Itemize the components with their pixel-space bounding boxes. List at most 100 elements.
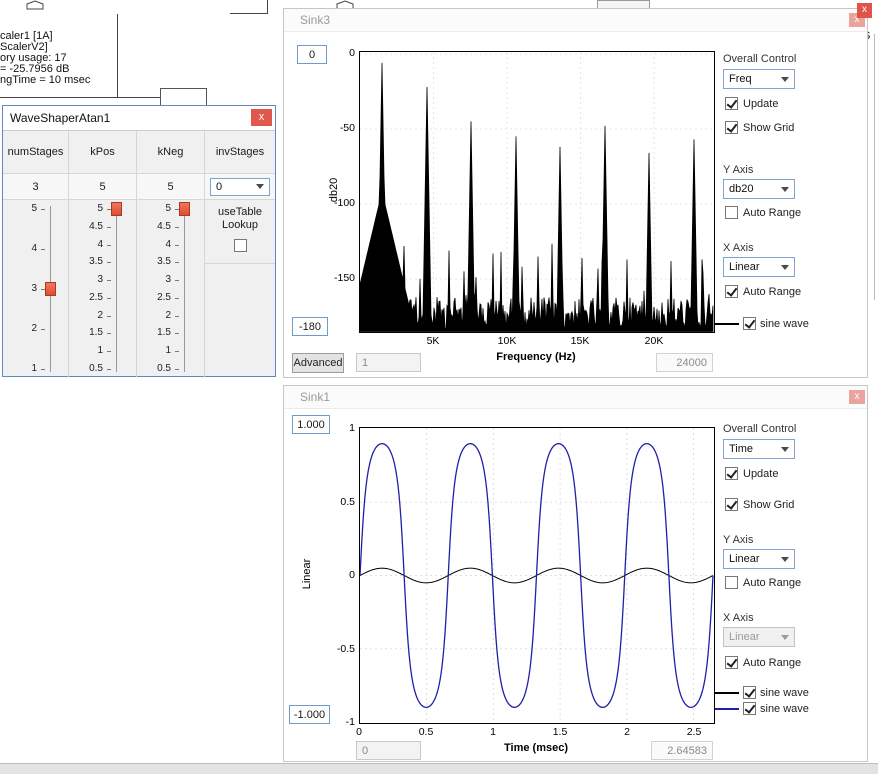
x-tick-label: 0.5 (406, 726, 446, 738)
update-checkbox[interactable] (725, 467, 738, 480)
slider-tick-label: 2 (69, 310, 103, 321)
y-auto-range-checkbox[interactable] (725, 576, 738, 589)
checkbox-label: Update (743, 468, 778, 480)
chevron-down-icon (781, 447, 789, 452)
diagram-text-fragment: ngTime = 10 msec (0, 74, 90, 86)
x-end-value: 24000 (656, 353, 713, 372)
slider-tick-label: 2 (137, 310, 171, 321)
slider-tick-label: 4 (3, 243, 37, 254)
slider-tick-label: 1 (69, 345, 103, 356)
x-mode-value: Linear (729, 631, 760, 643)
update-checkbox[interactable] (725, 97, 738, 110)
slider-tick-label: 1.5 (69, 327, 103, 338)
slider-tick-mark (175, 280, 179, 281)
usetable-lookup-checkbox[interactable] (234, 239, 247, 252)
y-auto-range-checkbox[interactable] (725, 206, 738, 219)
slider-tick-mark (107, 333, 111, 334)
checkbox-label: Auto Range (743, 286, 801, 298)
y-tick-label: -0.5 (323, 643, 355, 655)
slider-tick-label: 4.5 (69, 221, 103, 232)
close-icon[interactable]: x (849, 390, 865, 404)
x-tick-label: 20K (634, 335, 674, 347)
numstages-value-field[interactable]: 3 (3, 174, 68, 200)
domain-dropdown[interactable]: Freq (723, 69, 795, 89)
sink1-titlebar[interactable]: Sink1 (284, 386, 867, 409)
slider-tick-mark (41, 249, 45, 250)
slider-tick-label: 4 (137, 239, 171, 250)
x-start-input[interactable]: 1 (356, 353, 421, 372)
invstages-column: invStages 0 useTable Lookup (205, 131, 275, 377)
diagram-wire (117, 14, 118, 97)
advanced-button[interactable]: Advanced (292, 353, 344, 373)
slider-tick-label: 2.5 (137, 292, 171, 303)
show-grid-checkbox[interactable] (725, 498, 738, 511)
overall-control-label: Overall Control (723, 53, 796, 65)
checkbox-label: Show Grid (743, 499, 794, 511)
kpos-column: kPos 5 54.543.532.521.510.5 (69, 131, 137, 377)
x-tick-label: 0 (339, 726, 379, 738)
slider-handle[interactable] (111, 202, 122, 216)
slider-track[interactable] (184, 206, 185, 372)
taskbar-strip (0, 763, 878, 774)
checkbox-label: Auto Range (743, 657, 801, 669)
column-header: kPos (69, 131, 136, 174)
slider-tick-mark (175, 316, 179, 317)
spectrum-plot (359, 51, 715, 333)
close-icon[interactable]: x (857, 3, 872, 18)
usetable-lookup-cell: useTable Lookup (205, 200, 275, 264)
y-mode-dropdown[interactable]: Linear (723, 549, 795, 569)
slider-handle[interactable] (179, 202, 190, 216)
slider-tick-mark (107, 369, 111, 370)
x-start-input[interactable]: 0 (356, 741, 421, 760)
legend-line (715, 692, 739, 694)
show-grid-checkbox[interactable] (725, 121, 738, 134)
y-auto-range-row: Auto Range (725, 576, 801, 589)
legend: sine wavesine wave (715, 686, 809, 715)
legend-checkbox[interactable] (743, 702, 756, 715)
legend-checkbox[interactable] (743, 317, 756, 330)
waveshaper-titlebar[interactable]: WaveShaperAtan1 x (3, 106, 275, 131)
x-auto-range-row: Auto Range (725, 285, 801, 298)
legend-label: sine wave (760, 703, 809, 715)
checkbox-label: Update (743, 98, 778, 110)
slider-tick-mark (175, 351, 179, 352)
window-title: WaveShaperAtan1 (10, 111, 110, 125)
desktop: caler1 [1A] ScalerV2] ory usage: 17 = -2… (0, 0, 878, 774)
x-tick-label: 5K (413, 335, 453, 347)
window-title: Sink1 (300, 390, 330, 404)
numstages-column: numStages 3 54321 (3, 131, 69, 377)
diagram-block-shape (26, 0, 44, 10)
x-mode-dropdown: Linear (723, 627, 795, 647)
slider-tick-mark (107, 245, 111, 246)
x-tick-label: 15K (560, 335, 600, 347)
x-mode-dropdown[interactable]: Linear (723, 257, 795, 277)
legend-checkbox[interactable] (743, 686, 756, 699)
y-min-spinner[interactable]: -180 (292, 317, 328, 336)
y-auto-range-row: Auto Range (725, 206, 801, 219)
show-grid-row: Show Grid (725, 498, 794, 511)
y-tick-label: -50 (323, 122, 355, 134)
domain-dropdown[interactable]: Time (723, 439, 795, 459)
slider-tick-mark (107, 227, 111, 228)
slider-track[interactable] (116, 206, 117, 372)
chevron-down-icon (781, 265, 789, 270)
x-auto-range-checkbox[interactable] (725, 656, 738, 669)
kpos-value-field[interactable]: 5 (69, 174, 136, 200)
overall-control-label: Overall Control (723, 423, 796, 435)
invstages-dropdown[interactable]: 0 (210, 178, 270, 196)
y-tick-label: 0.5 (323, 496, 355, 508)
waveshaper-body: numStages 3 54321 kPos 5 54.543.532.521.… (3, 131, 275, 377)
slider-handle[interactable] (45, 282, 56, 296)
update-row: Update (725, 467, 778, 480)
close-icon[interactable]: x (251, 109, 272, 126)
slider-tick-label: 1.5 (137, 327, 171, 338)
kneg-slider: 54.543.532.521.510.5 (137, 200, 204, 376)
x-axis-title: Frequency (Hz) (476, 351, 596, 363)
sink1-window: Sink1 x 1.000 -1.000 Linear 1 0.5 0 -0.5… (283, 385, 868, 762)
numstages-slider: 54321 (3, 200, 68, 376)
kneg-value-field[interactable]: 5 (137, 174, 204, 200)
slider-tick-label: 5 (137, 203, 171, 214)
x-auto-range-checkbox[interactable] (725, 285, 738, 298)
y-mode-dropdown[interactable]: db20 (723, 179, 795, 199)
sink3-titlebar[interactable]: Sink3 (284, 9, 867, 32)
